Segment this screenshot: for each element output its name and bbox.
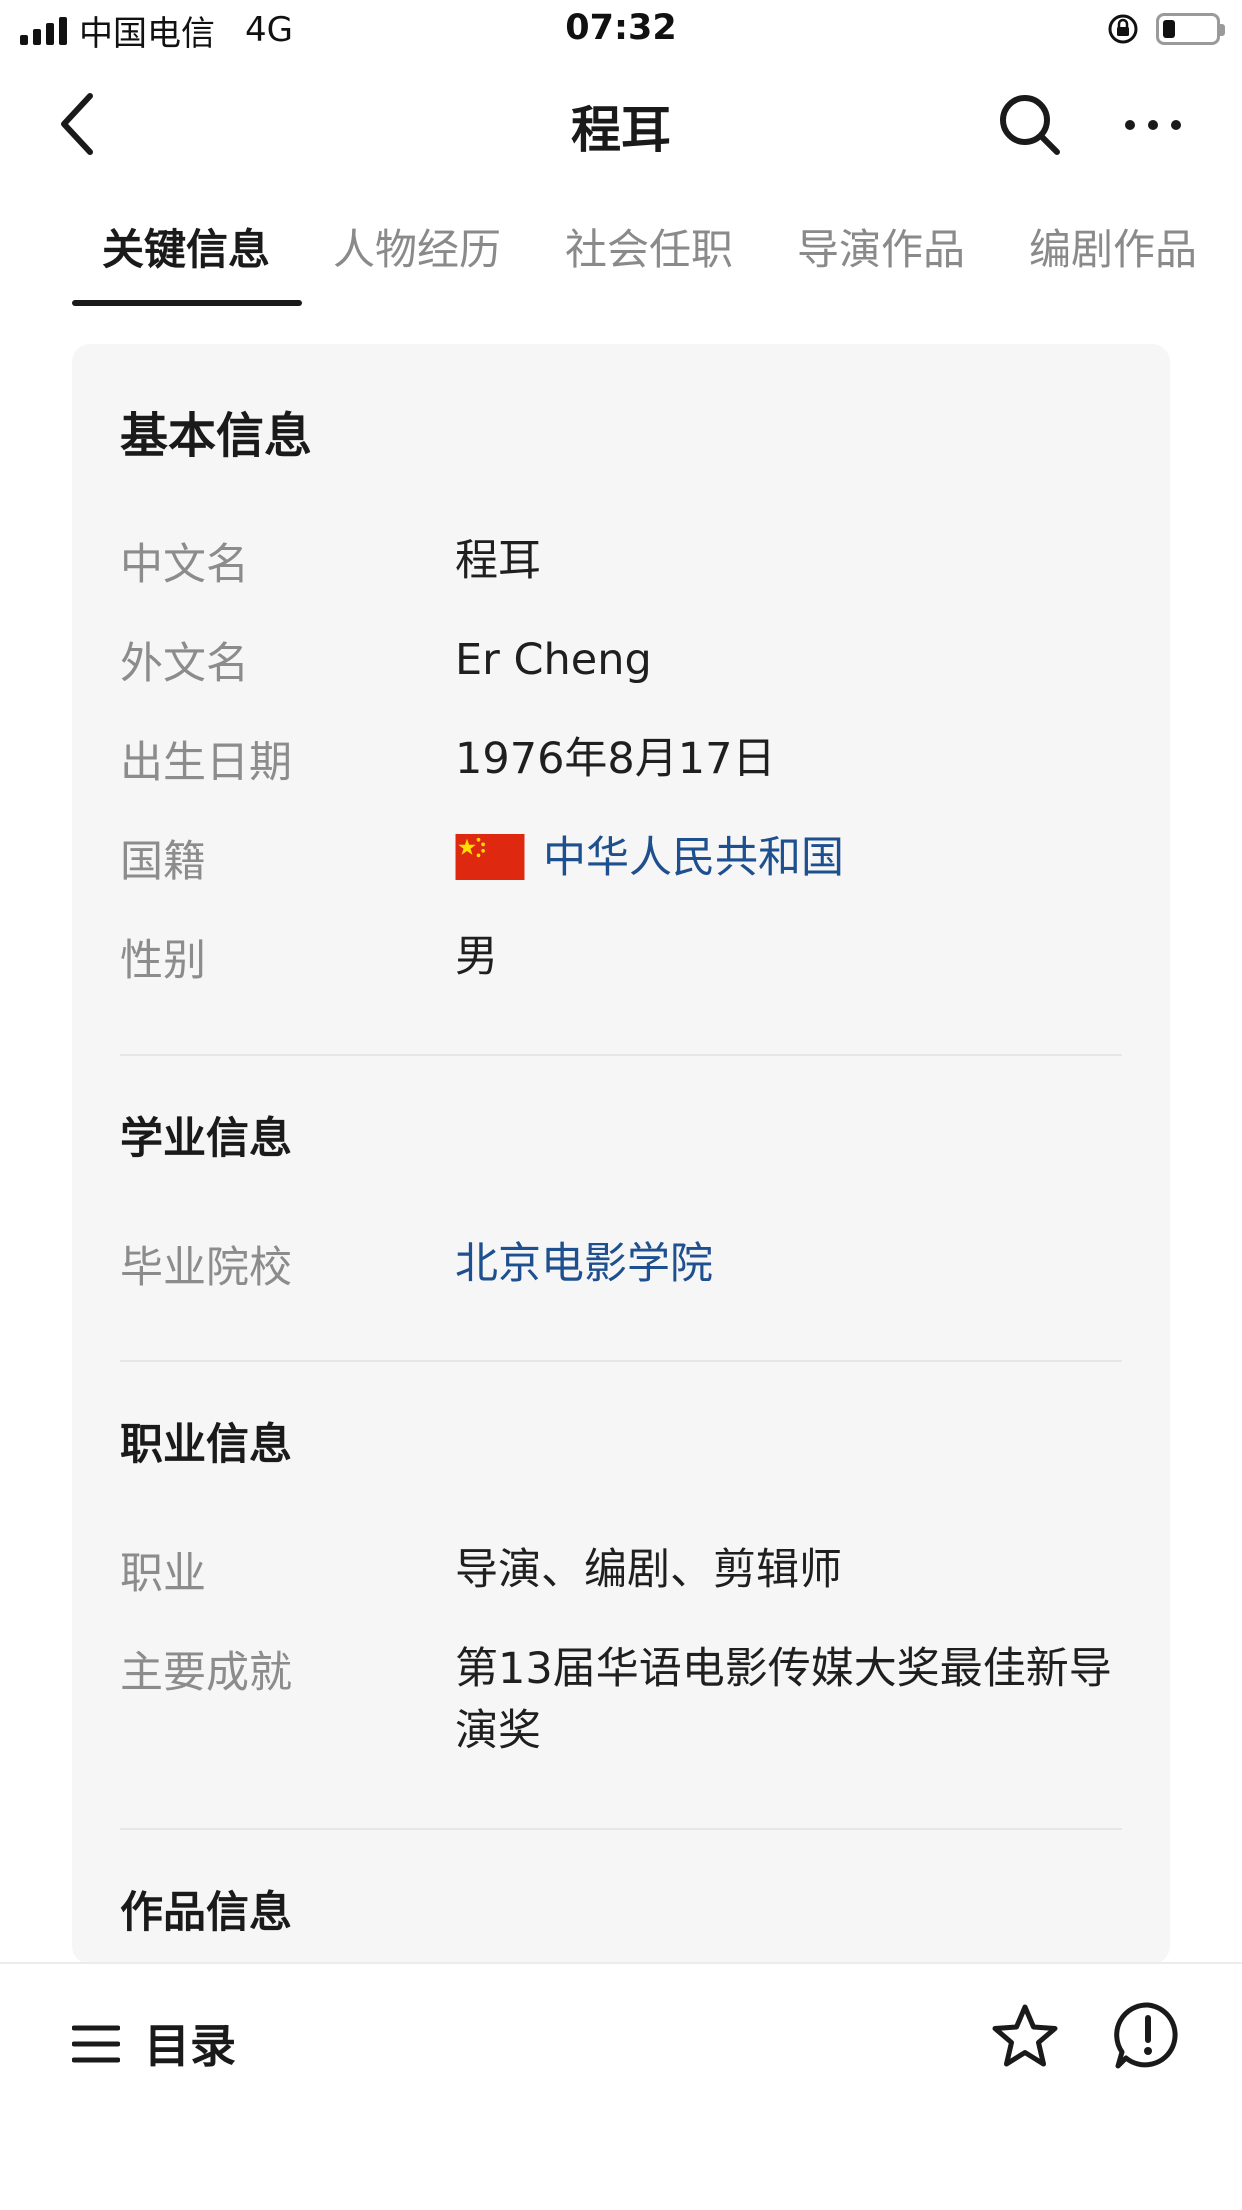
search-icon[interactable] — [995, 90, 1065, 160]
info-label: 主要成就 — [120, 1648, 292, 1698]
battery-fill — [1163, 20, 1175, 38]
orientation-lock-icon — [1108, 14, 1138, 44]
info-value: 导演、编剧、剪辑师 — [455, 1545, 842, 1595]
more-icon[interactable] — [1118, 90, 1188, 160]
nationality-value: 中华人民共和国 — [455, 827, 1115, 889]
tab-experience[interactable]: 人物经历 — [333, 210, 501, 300]
info-value: 第13届华语电影传媒大奖最佳新导演奖 — [455, 1644, 1112, 1756]
info-value: Er Cheng — [455, 635, 652, 685]
china-flag-icon — [455, 833, 525, 880]
school-link[interactable]: 北京电影学院 — [455, 1233, 1115, 1295]
catalog-button[interactable]: 目录 — [144, 2010, 236, 2076]
info-label: 毕业院校 — [120, 1243, 292, 1293]
nav-bar: 程耳 — [0, 60, 1242, 190]
tab-social-positions[interactable]: 社会任职 — [565, 210, 733, 300]
tab-directing-works[interactable]: 导演作品 — [797, 210, 965, 300]
battery-icon — [1156, 13, 1225, 45]
info-label: 职业 — [120, 1549, 206, 1599]
info-value: 程耳 — [455, 536, 541, 586]
info-value: 男 — [455, 932, 498, 982]
section-divider — [120, 1054, 1122, 1056]
tab-bar: 关键信息 人物经历 社会任职 导演作品 编剧作品 — [0, 210, 1242, 310]
section-divider — [120, 1828, 1122, 1830]
info-label: 出生日期 — [120, 738, 292, 788]
report-icon[interactable] — [1112, 2000, 1184, 2072]
section-title-works: 作品信息 — [120, 1888, 292, 1938]
tab-key-info[interactable]: 关键信息 — [102, 210, 270, 300]
status-time: 07:32 — [565, 8, 677, 48]
section-title-career: 职业信息 — [120, 1420, 292, 1470]
info-label: 性别 — [120, 936, 206, 986]
tab-writing-works[interactable]: 编剧作品 — [1029, 210, 1197, 300]
bottom-bar: 目录 — [0, 1962, 1242, 2210]
section-title-education: 学业信息 — [120, 1114, 292, 1164]
info-value: 1976年8月17日 — [455, 734, 776, 784]
info-label: 国籍 — [120, 837, 206, 887]
info-card: 基本信息 中文名 程耳 外文名 Er Cheng 出生日期 1976年8月17日… — [72, 344, 1170, 1964]
star-icon[interactable] — [990, 2002, 1060, 2072]
status-bar: 中国电信 4G 07:32 — [0, 0, 1242, 60]
active-tab-indicator — [72, 300, 302, 306]
info-label: 外文名 — [120, 639, 249, 689]
section-divider — [120, 1360, 1122, 1362]
info-label: 中文名 — [120, 540, 249, 590]
section-title-basic: 基本信息 — [120, 408, 313, 464]
list-icon[interactable] — [72, 2022, 120, 2066]
status-right — [1106, 12, 1225, 46]
nationality-link[interactable]: 中华人民共和国 — [543, 833, 844, 883]
